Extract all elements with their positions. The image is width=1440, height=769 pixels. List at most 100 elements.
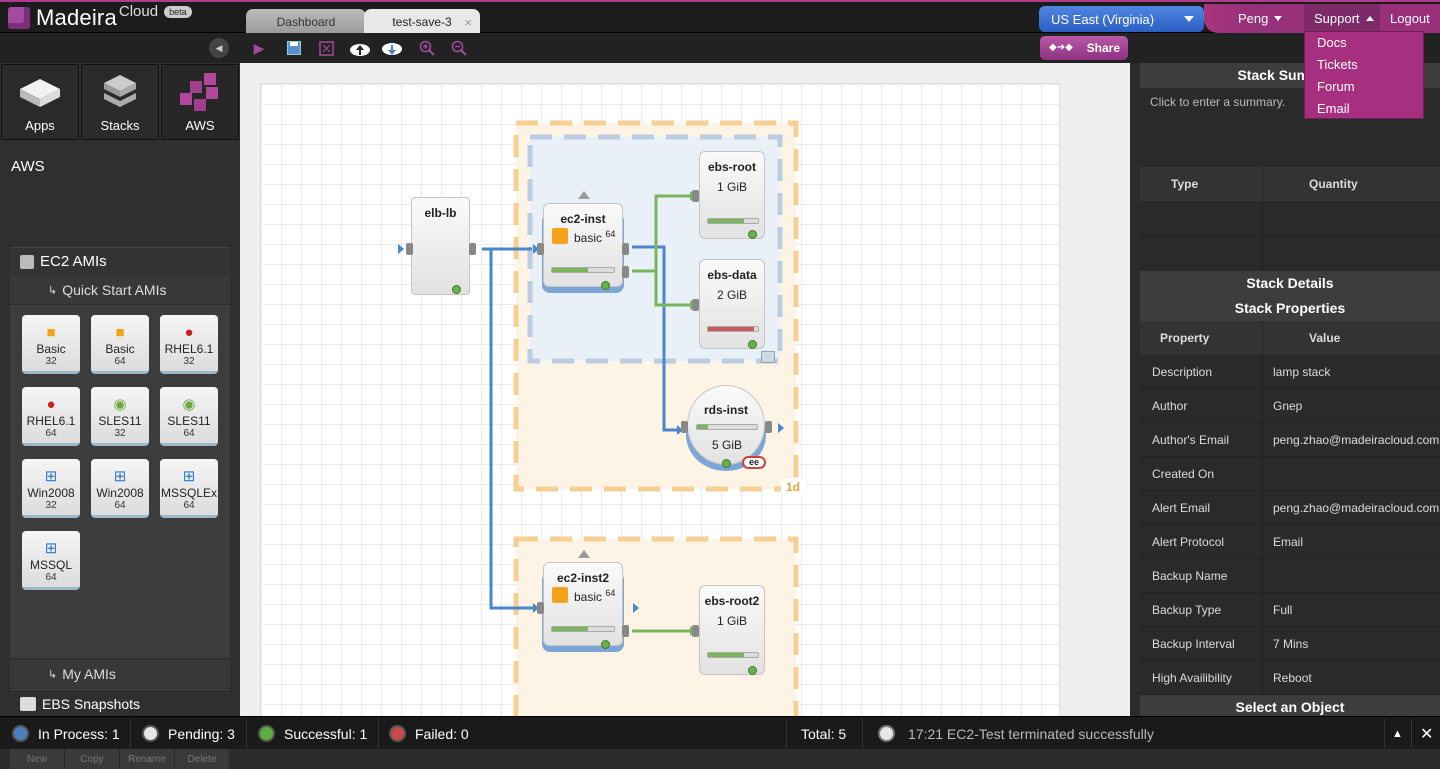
ebs-volume-node[interactable]: ebs-root2 1 GiB <box>699 585 765 675</box>
ami-item[interactable]: ⊞ MSSQL 64 <box>22 531 80 590</box>
volume-port[interactable] <box>692 625 699 637</box>
export-png-button[interactable] <box>316 39 336 57</box>
tab-test-save-3[interactable]: test-save-3 × <box>364 9 480 35</box>
close-log-button[interactable]: ✕ <box>1420 717 1433 750</box>
collapse-panel-button[interactable]: ◀ <box>209 38 229 58</box>
zoom-in-button[interactable] <box>417 39 437 57</box>
rds-input-port[interactable] <box>681 421 688 433</box>
upload-button[interactable] <box>348 39 372 57</box>
elb-input-port[interactable] <box>406 243 413 255</box>
failed-status[interactable]: Failed: 0 <box>389 717 469 750</box>
tab-aws[interactable]: AWS <box>161 64 239 140</box>
my-amis-label: My AMIs <box>62 666 116 682</box>
run-button[interactable]: ▶ <box>249 39 269 57</box>
property-value[interactable]: Gnep <box>1273 399 1302 413</box>
summary-input[interactable]: Click to enter a summary. <box>1150 95 1285 109</box>
quick-start-amis-header[interactable]: ↳ Quick Start AMIs <box>10 276 230 304</box>
property-row[interactable]: Alert Email peng.zhao@madeiracloud.com <box>1140 491 1440 525</box>
ami-item[interactable]: ● RHEL6.1 32 <box>160 315 218 374</box>
menu-item-email[interactable]: Email <box>1305 98 1423 120</box>
ebs-volume-node[interactable]: ebs-data 2 GiB <box>699 259 765 349</box>
ebs-volume-node[interactable]: ebs-root 1 GiB <box>699 151 765 239</box>
close-tab-icon[interactable]: × <box>464 15 472 30</box>
property-value[interactable]: peng.zhao@madeiracloud.com <box>1273 501 1439 515</box>
elb-node[interactable]: elb-lb <box>411 197 470 295</box>
tab-apps[interactable]: Apps <box>1 64 79 140</box>
ami-item[interactable]: ◉ SLES11 64 <box>160 387 218 446</box>
instance-input-port[interactable] <box>537 602 544 614</box>
my-amis-header[interactable]: ↳ My AMIs <box>10 660 230 688</box>
logout-button[interactable]: Logout <box>1390 4 1440 33</box>
ec2-instance-node[interactable]: ec2-inst2 basic 64 <box>543 562 623 649</box>
instance-volume-port[interactable] <box>622 266 629 278</box>
ami-item[interactable]: ⊞ Win2008 64 <box>91 459 149 518</box>
property-row[interactable]: Author's Email peng.zhao@madeiracloud.com <box>1140 423 1440 457</box>
ami-item[interactable]: ◉ SLES11 32 <box>91 387 149 446</box>
property-row[interactable]: Created On <box>1140 457 1440 491</box>
zoom-out-button[interactable] <box>449 39 469 57</box>
property-row[interactable]: Backup Interval 7 Mins <box>1140 627 1440 661</box>
property-value[interactable]: 7 Mins <box>1273 637 1308 651</box>
menu-item-tickets[interactable]: Tickets <box>1305 54 1423 76</box>
property-row[interactable]: Author Gnep <box>1140 389 1440 423</box>
ami-item[interactable]: ⊞ MSSQLEx 64 <box>160 459 218 518</box>
tab-dashboard[interactable]: Dashboard <box>246 9 366 35</box>
zoom-out-icon <box>451 40 467 56</box>
ami-item[interactable]: ■ Basic 32 <box>22 315 80 374</box>
property-row[interactable]: High Availibility Reboot <box>1140 661 1440 695</box>
last-event[interactable]: 17:21 EC2-Test terminated successfully <box>878 717 1154 750</box>
property-row[interactable]: Alert Protocol Email <box>1140 525 1440 559</box>
in-process-status[interactable]: In Process: 1 <box>12 717 120 750</box>
property-key: Description <box>1152 365 1213 379</box>
property-value[interactable]: lamp stack <box>1273 365 1330 379</box>
ami-item[interactable]: ● RHEL6.1 64 <box>22 387 80 446</box>
ami-name: Basic <box>36 342 66 356</box>
subnet-resize-icon[interactable] <box>761 351 775 363</box>
property-row[interactable]: Backup Type Full <box>1140 593 1440 627</box>
support-label: Support <box>1314 11 1360 26</box>
property-value[interactable]: Email <box>1273 535 1303 549</box>
ec2-instance-node[interactable]: ec2-inst basic 64 <box>543 203 623 290</box>
app-logo[interactable]: Madeira Cloud beta <box>8 3 192 32</box>
status-bar: In Process: 1 Pending: 3 Successful: 1 F… <box>0 716 1440 749</box>
ec2-amis-header[interactable]: EC2 AMIs <box>10 247 230 275</box>
region-select[interactable]: US East (Virginia) <box>1039 6 1204 32</box>
eip-port-icon[interactable] <box>578 191 590 199</box>
successful-status[interactable]: Successful: 1 <box>258 717 367 750</box>
rds-output-port[interactable] <box>765 421 772 433</box>
save-button[interactable] <box>284 39 304 57</box>
property-row[interactable]: Backup Name <box>1140 559 1440 593</box>
event-status-icon <box>878 725 895 742</box>
status-dot <box>601 640 610 649</box>
instance-input-port[interactable] <box>537 243 544 255</box>
eip-port-icon[interactable] <box>578 550 590 558</box>
rds-instance-node[interactable]: rds-inst 5 GiB <box>687 385 765 465</box>
instance-output-port[interactable] <box>622 243 629 255</box>
property-value[interactable]: Reboot <box>1273 671 1312 685</box>
pending-status[interactable]: Pending: 3 <box>142 717 235 750</box>
menu-item-docs[interactable]: Docs <box>1305 32 1423 54</box>
elb-output-port[interactable] <box>469 243 476 255</box>
property-value[interactable]: peng.zhao@madeiracloud.com <box>1273 433 1439 447</box>
download-button[interactable] <box>380 39 404 57</box>
column-property: Property <box>1140 321 1262 355</box>
ami-item[interactable]: ■ Basic 64 <box>91 315 149 374</box>
instance-volume-port[interactable] <box>622 625 629 637</box>
windows-icon: ⊞ <box>44 468 58 485</box>
menu-item-forum[interactable]: Forum <box>1305 76 1423 98</box>
ebs-snapshots-header[interactable]: EBS Snapshots <box>10 689 230 717</box>
share-button[interactable]: ◆➜◆ Share <box>1040 36 1128 60</box>
region-label: US East (Virginia) <box>1051 11 1155 27</box>
ami-item[interactable]: ⊞ Win2008 32 <box>22 459 80 518</box>
support-menu[interactable]: Support <box>1304 4 1380 33</box>
user-menu[interactable]: Peng <box>1238 4 1298 33</box>
property-value[interactable]: Full <box>1273 603 1292 617</box>
ami-name: basic 64 <box>574 229 615 245</box>
expand-log-button[interactable]: ▲ <box>1392 717 1403 750</box>
canvas-area[interactable]: 1d elb-lb ec2-inst basic 64 ebs-root 1 G… <box>240 63 1130 716</box>
property-row[interactable]: Description lamp stack <box>1140 355 1440 389</box>
ami-bits: 64 <box>605 229 616 239</box>
volume-port[interactable] <box>692 190 699 202</box>
tab-stacks[interactable]: Stacks <box>81 64 159 140</box>
volume-port[interactable] <box>692 299 699 311</box>
